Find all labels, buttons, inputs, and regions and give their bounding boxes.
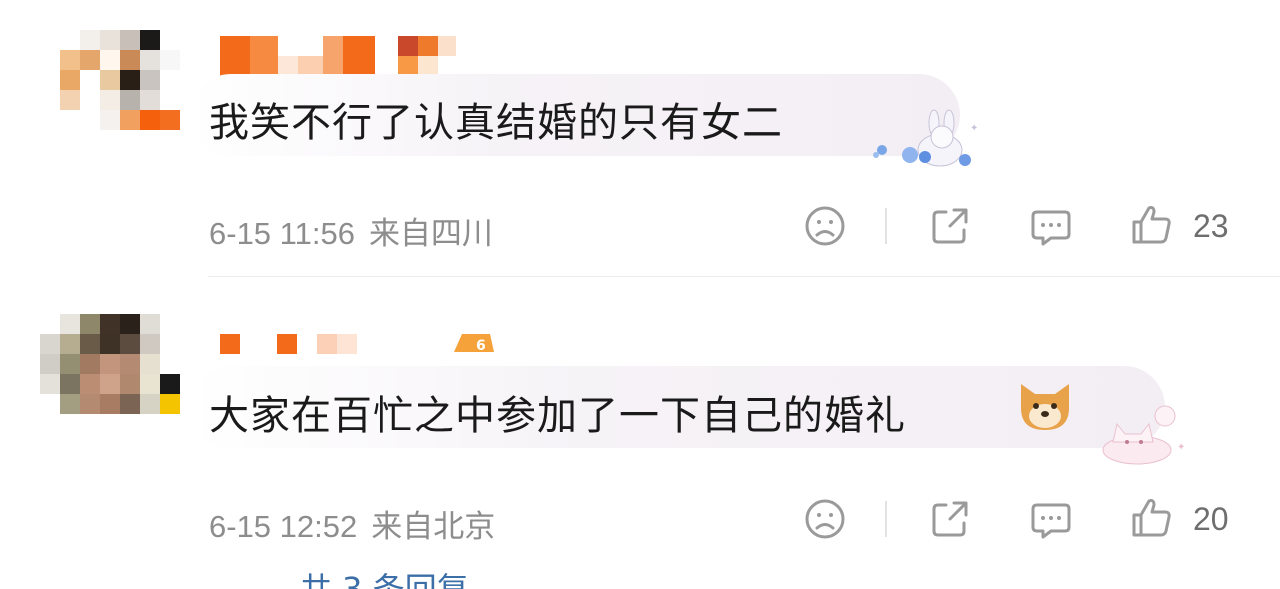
comment-item: 6 大家在百忙之中参加了一下自己的婚礼 ✦ 6-15 12:52 来自北京 20 — [0, 0, 1280, 560]
level-badge-icon: 6 — [454, 334, 494, 354]
comment-location: 来自北京 — [371, 509, 496, 544]
svg-text:✦: ✦ — [1177, 442, 1185, 453]
avatar[interactable] — [40, 314, 180, 434]
like-count: 20 — [1193, 501, 1229, 537]
view-replies-link[interactable]: 共 3 条回复 — [300, 572, 469, 589]
dislike-face-icon[interactable] — [803, 497, 847, 541]
share-icon[interactable] — [928, 497, 972, 541]
like-thumb-icon[interactable] — [1130, 495, 1174, 539]
doge-emoji-icon — [1021, 384, 1069, 430]
reply-icon[interactable] — [1029, 497, 1073, 541]
action-divider — [885, 501, 887, 537]
comment-text: 大家在百忙之中参加了一下自己的婚礼 — [209, 393, 906, 439]
comment-date: 6-15 12:52 — [209, 509, 358, 544]
svg-text:6: 6 — [476, 338, 486, 354]
cat-sticker-icon: ✦ — [1102, 405, 1185, 465]
comment-meta: 6-15 12:52 来自北京 — [209, 501, 509, 546]
